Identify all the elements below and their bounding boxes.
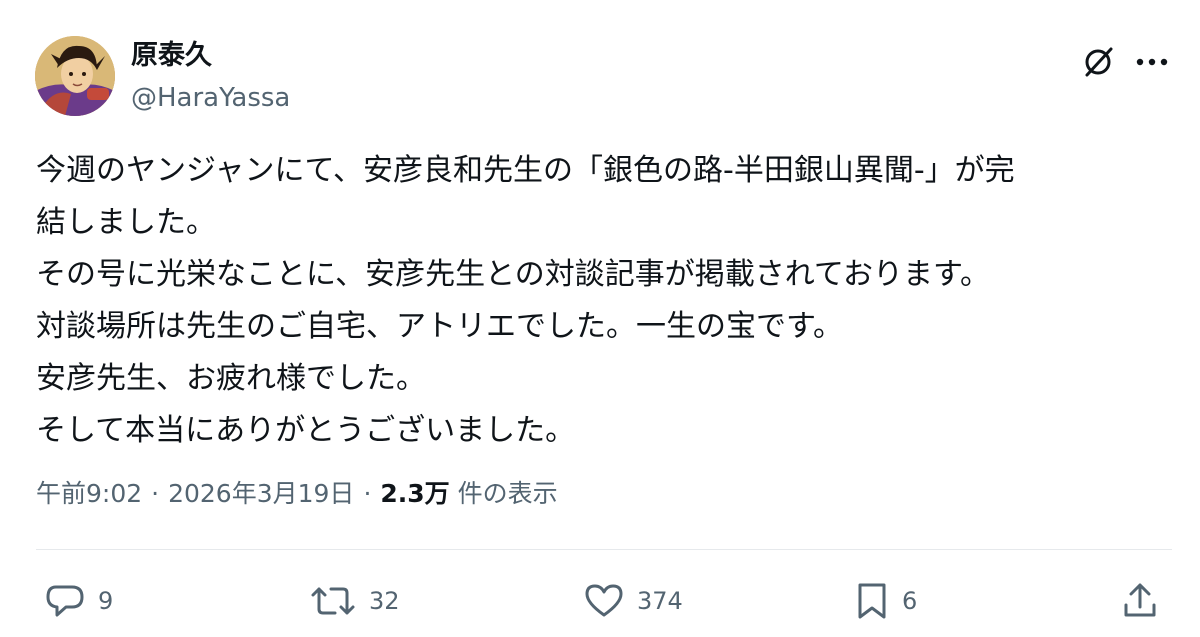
repost-button[interactable]: 32	[309, 578, 400, 624]
reply-count: 9	[98, 587, 114, 615]
user-handle[interactable]: @HaraYassa	[131, 80, 290, 116]
tweet-line: 今週のヤンジャンにて、安彦良和先生の「銀色の路-半田銀山異聞-」が完	[36, 153, 1015, 188]
reply-icon	[46, 585, 84, 617]
bookmark-icon	[858, 583, 886, 619]
tweet-line: 安彦先生、お疲れ様でした。	[36, 361, 426, 396]
more-options-button[interactable]	[1132, 42, 1172, 82]
views-label[interactable]: 件の表示	[458, 479, 558, 508]
tweet-meta: 午前9:02 · 2026年3月19日 · 2.3万 件の表示	[36, 476, 558, 512]
repost-icon	[311, 587, 355, 615]
repost-count: 32	[369, 587, 400, 615]
bookmark-count: 6	[902, 587, 918, 615]
reply-button[interactable]: 9	[44, 578, 113, 624]
heart-icon	[585, 584, 623, 617]
share-icon	[1124, 583, 1156, 617]
grok-button[interactable]	[1078, 42, 1118, 82]
tweet-date[interactable]: 2026年3月19日	[168, 479, 354, 508]
tweet-text: 今週のヤンジャンにて、安彦良和先生の「銀色の路-半田銀山異聞-」が完 結しました…	[36, 145, 1166, 457]
tweet-time[interactable]: 午前9:02	[36, 479, 142, 508]
divider	[36, 549, 1172, 550]
like-button[interactable]: 374	[583, 578, 683, 624]
tweet-line: 対談場所は先生のご自宅、アトリエでした。一生の宝です。	[36, 309, 843, 344]
tweet-line: 結しました。	[36, 205, 216, 240]
tweet-line: その号に光栄なことに、安彦先生との対談記事が掲載されております。	[36, 257, 990, 292]
avatar[interactable]	[35, 36, 115, 116]
views-count[interactable]: 2.3万	[380, 479, 449, 508]
action-bar: 9 32 374 6	[0, 578, 1200, 624]
meta-separator: ·	[151, 479, 160, 508]
like-count: 374	[637, 587, 683, 615]
tweet-line: そして本当にありがとうございました。	[36, 413, 576, 448]
bookmark-button[interactable]: 6	[854, 578, 917, 624]
more-icon	[1136, 58, 1168, 66]
meta-separator: ·	[363, 479, 372, 508]
share-button[interactable]	[1120, 578, 1160, 624]
display-name[interactable]: 原泰久	[131, 38, 212, 74]
grok-icon	[1085, 47, 1113, 77]
avatar-image	[35, 36, 115, 116]
